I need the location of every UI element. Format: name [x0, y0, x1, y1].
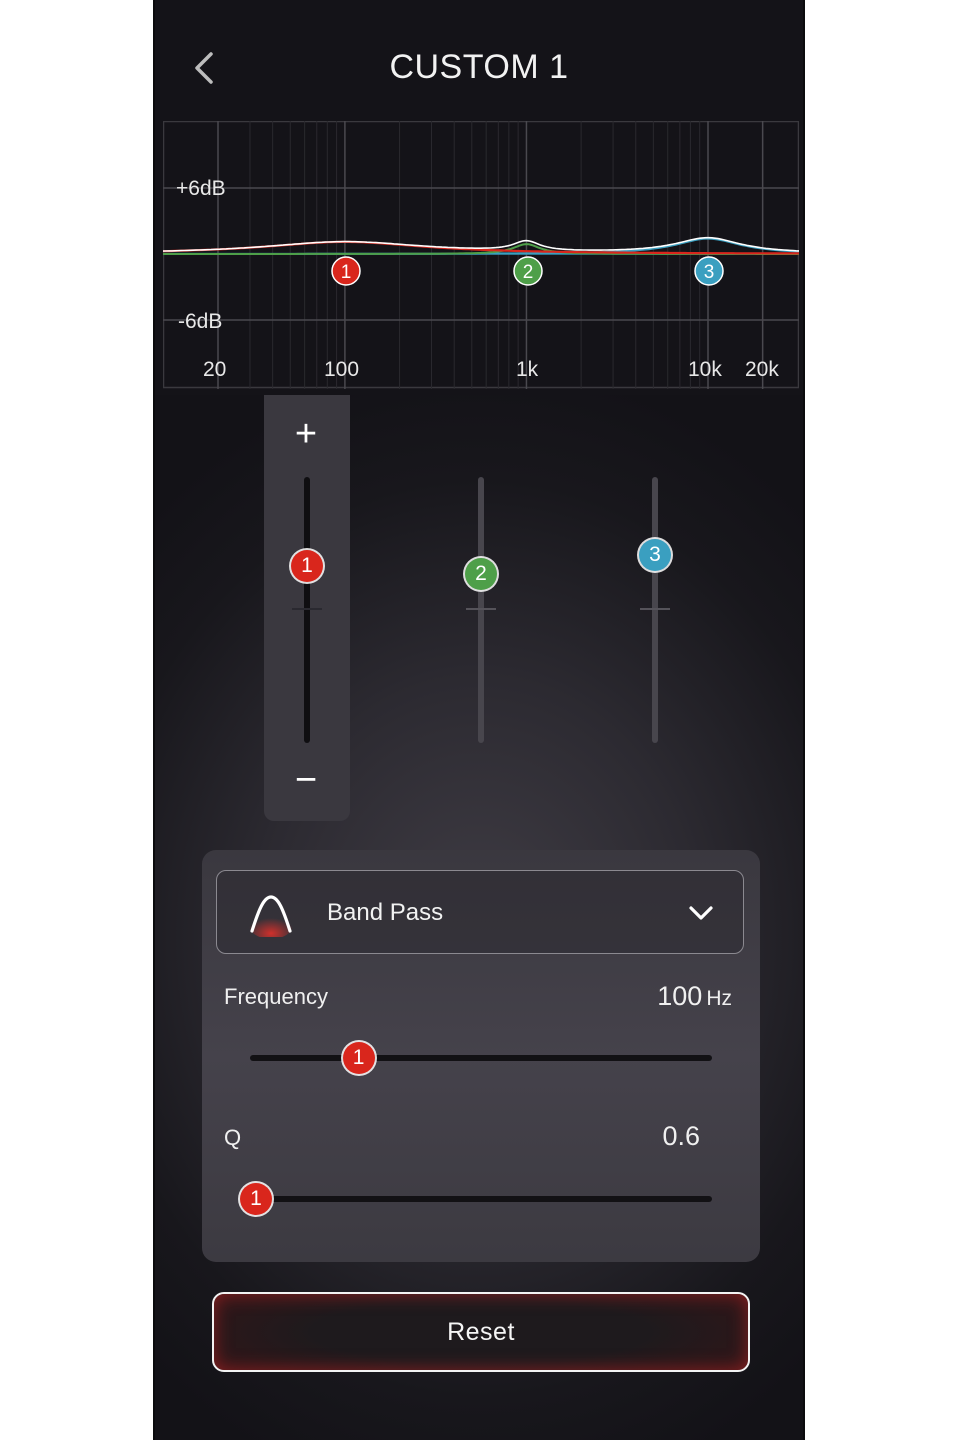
band-pass-icon: [249, 895, 293, 937]
q-track[interactable]: [250, 1196, 712, 1202]
gain-track-3[interactable]: [652, 477, 658, 743]
eq-response-chart: +6dB -6dB 20 100 1k 10k 20k 1 2 3: [163, 121, 799, 389]
gain-plus-button[interactable]: +: [291, 415, 321, 453]
y-label-plus6: +6dB: [176, 177, 226, 200]
graph-node-3[interactable]: 3: [694, 256, 724, 286]
frequency-value: 100 Hz: [582, 981, 732, 1012]
frequency-number: 100: [657, 981, 703, 1011]
filter-type-label: Band Pass: [327, 899, 444, 926]
header: CUSTOM 1: [155, 0, 803, 120]
frequency-track[interactable]: [250, 1055, 712, 1061]
x-label-1k: 1k: [516, 358, 539, 381]
x-label-20: 20: [203, 358, 226, 381]
node-1-label: 1: [341, 262, 352, 283]
gain-center-mark-3: [640, 608, 670, 610]
node-3-label: 3: [704, 262, 715, 283]
gain-center-mark-1: [292, 608, 322, 610]
page-title: CUSTOM 1: [389, 48, 569, 86]
x-label-10k: 10k: [688, 358, 722, 381]
frequency-slider-knob[interactable]: 1: [342, 1042, 375, 1074]
node-2-label: 2: [523, 262, 534, 283]
gain-knob-3[interactable]: 3: [639, 538, 671, 571]
phone-screen: CUSTOM 1 +6dB -6dB 20 100 1k 10k 20k 1 2…: [153, 0, 805, 1440]
x-label-100: 100: [324, 358, 359, 381]
gain-minus-button[interactable]: −: [291, 761, 321, 799]
gain-knob-1[interactable]: 1: [291, 550, 323, 583]
gain-center-mark-2: [466, 608, 496, 610]
chevron-down-icon: [689, 906, 713, 920]
filter-type-dropdown[interactable]: Band Pass: [216, 870, 744, 954]
gain-track-1[interactable]: [304, 477, 310, 743]
gain-track-2[interactable]: [478, 477, 484, 743]
graph-node-2[interactable]: 2: [513, 256, 543, 286]
filter-settings-card: Band Pass Frequency 100 Hz 1 Q 0.6 1: [202, 850, 760, 1262]
x-label-20k: 20k: [745, 358, 779, 381]
frequency-unit: Hz: [706, 987, 732, 1010]
reset-button[interactable]: Reset: [212, 1292, 750, 1372]
q-slider-knob[interactable]: 1: [240, 1183, 272, 1215]
q-value: 0.6: [662, 1121, 700, 1151]
q-label: Q: [224, 1125, 242, 1150]
frequency-label: Frequency: [224, 984, 328, 1009]
y-label-minus6: -6dB: [178, 310, 222, 333]
eq-graph[interactable]: +6dB -6dB 20 100 1k 10k 20k 1 2 3: [163, 121, 799, 389]
gain-knob-2[interactable]: 2: [465, 557, 497, 590]
graph-node-1[interactable]: 1: [331, 256, 361, 286]
